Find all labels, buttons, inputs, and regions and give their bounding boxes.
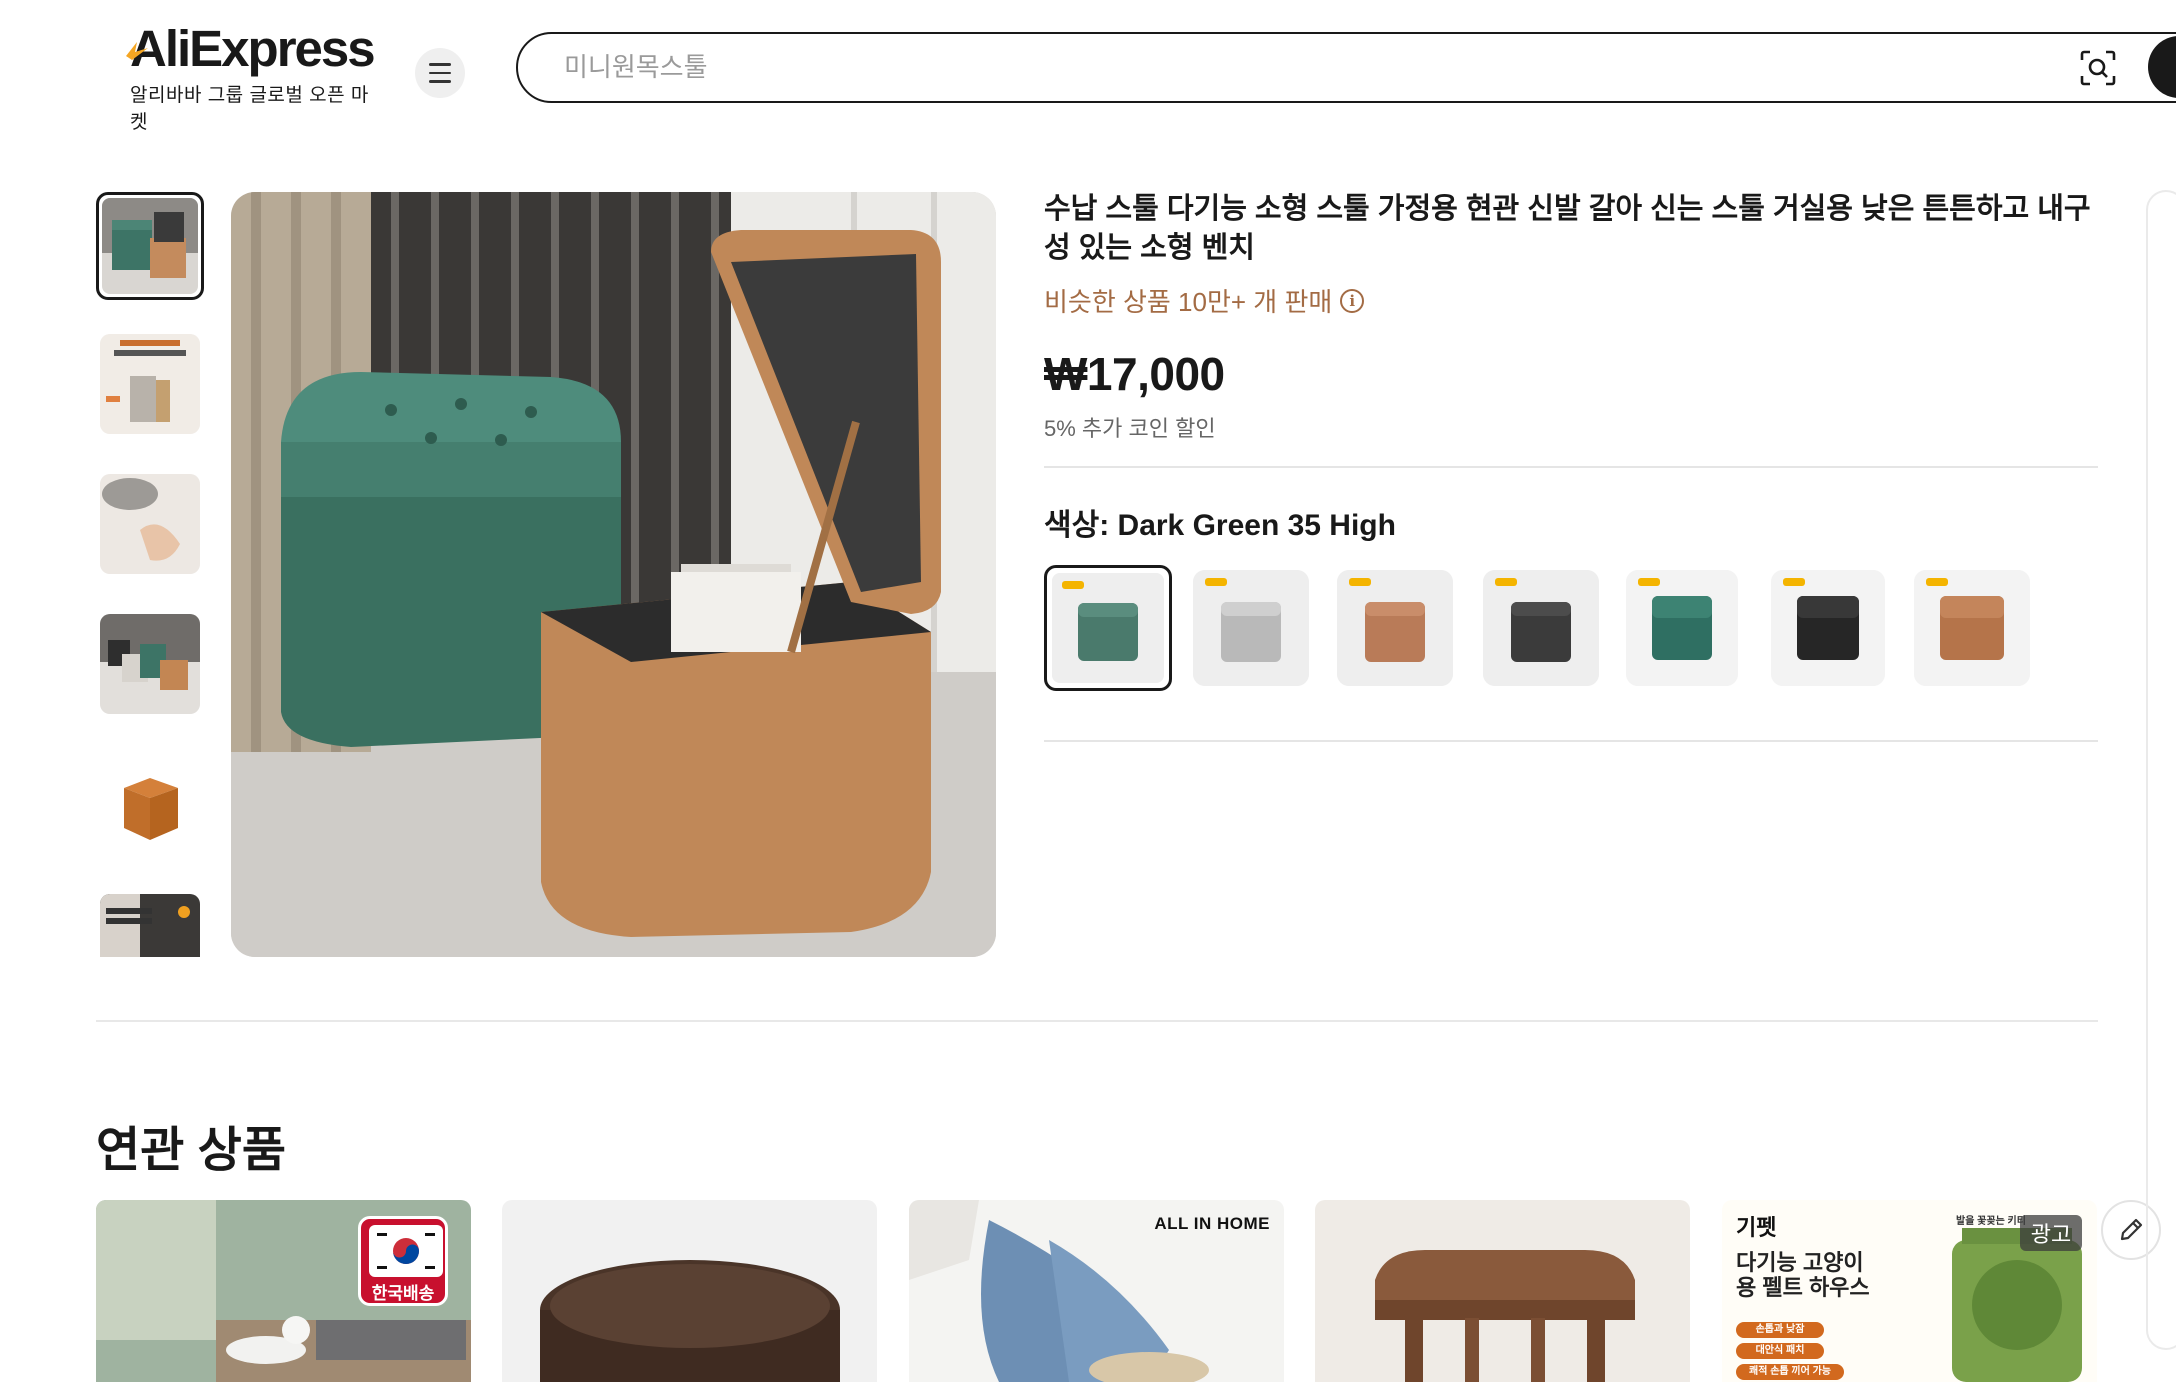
related-card-2[interactable] bbox=[502, 1200, 877, 1382]
gallery-thumb-2[interactable] bbox=[100, 334, 200, 434]
info-divider-1 bbox=[1044, 466, 2098, 468]
section-divider bbox=[96, 1020, 2098, 1022]
search-bar bbox=[516, 32, 2176, 103]
swatch-image bbox=[1626, 570, 1738, 686]
search-button[interactable] bbox=[2148, 36, 2176, 98]
info-circle-icon[interactable]: i bbox=[1340, 288, 1365, 313]
swatch-image bbox=[1052, 573, 1164, 683]
product-info: 수납 스툴 다기능 소형 스툴 가정용 현관 신발 갈아 신는 스툴 거실용 낮… bbox=[1044, 190, 2094, 443]
korea-delivery-badge: 한국배송 bbox=[358, 1216, 448, 1306]
related-card-1[interactable]: 한국배송 bbox=[96, 1200, 471, 1382]
color-swatch-5[interactable] bbox=[1626, 570, 1738, 686]
all-in-home-brand: ALL IN HOME bbox=[1154, 1214, 1270, 1233]
color-swatch-1[interactable] bbox=[1044, 565, 1172, 691]
color-label: 색상: Dark Green 35 High bbox=[1044, 509, 1396, 542]
camera-search-icon[interactable] bbox=[2078, 48, 2118, 88]
related-image bbox=[502, 1200, 877, 1382]
color-swatch-3[interactable] bbox=[1337, 570, 1453, 686]
ad-badge: 광고 bbox=[2020, 1215, 2082, 1251]
color-swatch-6[interactable] bbox=[1771, 570, 1885, 686]
product-title: 수납 스툴 다기능 소형 스툴 가정용 현관 신발 갈아 신는 스툴 거실용 낮… bbox=[1044, 193, 2091, 264]
thumb-image bbox=[100, 474, 200, 574]
korea-flag-icon bbox=[369, 1225, 443, 1277]
pencil-edit-icon bbox=[2120, 1218, 2143, 1241]
coin-discount: 5% 추가 코인 할인 bbox=[1044, 416, 1216, 441]
related-image bbox=[1315, 1200, 1690, 1382]
search-input[interactable] bbox=[564, 44, 1964, 90]
swatch-image bbox=[1771, 570, 1885, 686]
related-title: 연관 상품 bbox=[96, 1124, 286, 1177]
main-product-image[interactable] bbox=[231, 192, 996, 957]
color-swatch-2[interactable] bbox=[1193, 570, 1309, 686]
logo-spark-icon bbox=[126, 42, 148, 60]
gallery-thumb-4[interactable] bbox=[100, 614, 200, 714]
related-card-3[interactable]: ALL IN HOME bbox=[909, 1200, 1284, 1382]
menu-button[interactable] bbox=[415, 48, 465, 98]
thumb-image bbox=[100, 754, 200, 854]
product-price: ₩17,000 bbox=[1044, 348, 1225, 400]
sold-text: 비슷한 상품 10만+ 개 판매 bbox=[1044, 287, 1333, 317]
related-card-4[interactable] bbox=[1315, 1200, 1690, 1382]
gipet-chip-1: 손톱과 낮잠 bbox=[1736, 1322, 1824, 1338]
top-header: AliExpress 알리바바 그룹 글로벌 오픈 마켓 bbox=[0, 0, 2176, 140]
gipet-chip-3: 쾌적 손톱 끼어 가능 bbox=[1736, 1364, 1844, 1380]
logo-wordmark: AliExpress bbox=[130, 20, 376, 77]
gallery-thumb-1[interactable] bbox=[96, 192, 204, 300]
thumb-image bbox=[100, 894, 200, 957]
gipet-chip-2: 대안식 패치 bbox=[1736, 1343, 1824, 1359]
thumbnail-strip bbox=[96, 192, 206, 957]
side-panel-edge bbox=[2146, 190, 2176, 1350]
sold-count: 비슷한 상품 10만+ 개 판매 i bbox=[1044, 282, 2094, 319]
gipet-headline: 다기능 고양이 용 펠트 하우스 bbox=[1736, 1250, 1870, 1300]
gallery-thumb-5[interactable] bbox=[100, 754, 200, 854]
swatch-image bbox=[1337, 570, 1453, 686]
info-divider-2 bbox=[1044, 740, 2098, 742]
color-swatch-7[interactable] bbox=[1914, 570, 2030, 686]
thumb-image bbox=[100, 334, 200, 434]
gallery-thumb-3[interactable] bbox=[100, 474, 200, 574]
swatch-image bbox=[1914, 570, 2030, 686]
gipet-brand: 기펫 bbox=[1736, 1215, 1777, 1240]
color-swatch-4[interactable] bbox=[1483, 570, 1599, 686]
swatch-image bbox=[1193, 570, 1309, 686]
korea-delivery-text: 한국배송 bbox=[371, 1284, 435, 1303]
gipet-corner-text: 발을 꽃꽂는 키티 bbox=[1956, 1216, 2026, 1227]
hamburger-menu-icon bbox=[429, 63, 451, 66]
thumb-image bbox=[102, 198, 198, 294]
product-photo bbox=[231, 192, 996, 957]
gallery-thumb-6[interactable] bbox=[100, 894, 200, 957]
thumb-image bbox=[100, 614, 200, 714]
aliexpress-logo[interactable]: AliExpress 알리바바 그룹 글로벌 오픈 마켓 bbox=[126, 20, 380, 133]
logo-subtitle: 알리바바 그룹 글로벌 오픈 마켓 bbox=[130, 85, 369, 133]
swatch-image bbox=[1483, 570, 1599, 686]
